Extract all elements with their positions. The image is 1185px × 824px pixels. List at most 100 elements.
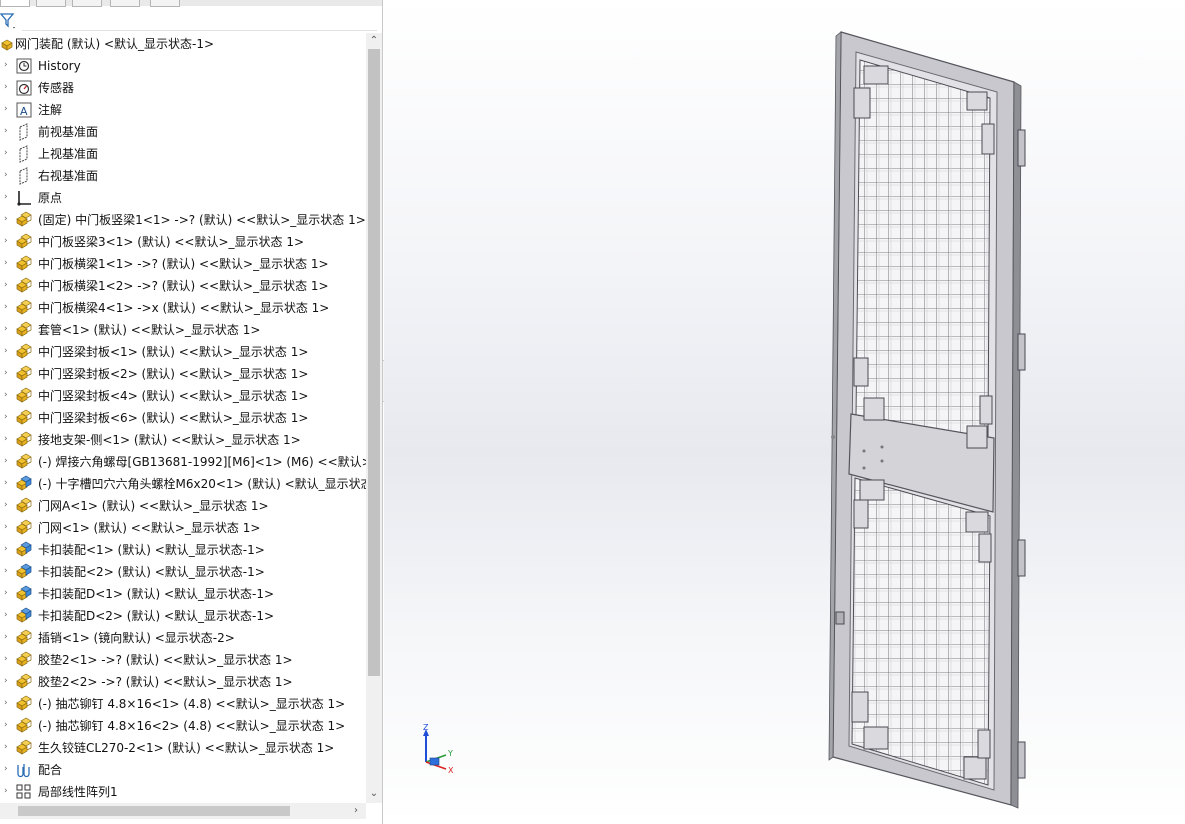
expand-arrow-icon[interactable]: › bbox=[4, 148, 8, 158]
tree-item[interactable]: › 局部线性阵列1 bbox=[0, 781, 366, 803]
tree-item[interactable]: › 卡扣装配D<1> (默认) <默认_显示状态-1> bbox=[0, 583, 366, 605]
vertical-scrollbar[interactable]: ⌃ ⌄ bbox=[366, 33, 382, 803]
tree-item[interactable]: › 中门板横梁1<2> ->? (默认) <<默认>_显示状态 1> bbox=[0, 275, 366, 297]
tree-item[interactable]: › 卡扣装配<2> (默认) <默认_显示状态-1> bbox=[0, 561, 366, 583]
plane-icon bbox=[15, 123, 33, 141]
tree-item[interactable]: › 胶垫2<2> ->? (默认) <<默认>_显示状态 1> bbox=[0, 671, 366, 693]
tree-item-label: 插销<1> (镜向默认) <显示状态-2> bbox=[38, 631, 235, 645]
tree-item[interactable]: › 套管<1> (默认) <<默认>_显示状态 1> bbox=[0, 319, 366, 341]
tree-item-label: 卡扣装配<2> (默认) <默认_显示状态-1> bbox=[38, 565, 265, 579]
sensor-icon bbox=[15, 79, 33, 97]
tree-item[interactable]: › 插销<1> (镜向默认) <显示状态-2> bbox=[0, 627, 366, 649]
tree-item-label: 注解 bbox=[38, 103, 63, 117]
upper-mesh-panel bbox=[855, 59, 991, 441]
expand-arrow-icon[interactable]: › bbox=[4, 610, 8, 620]
vertical-scroll-thumb[interactable] bbox=[368, 49, 380, 676]
filter-icon[interactable] bbox=[0, 12, 16, 30]
tree-item[interactable]: › (-) 十字槽凹穴六角头螺栓M6x20<1> (默认) <默认_显示状态 bbox=[0, 473, 366, 495]
expand-arrow-icon[interactable]: › bbox=[4, 412, 8, 422]
tree-item[interactable]: › 中门板横梁4<1> ->x (默认) <<默认>_显示状态 1> bbox=[0, 297, 366, 319]
tree-item[interactable]: › (固定) 中门板竖梁1<1> ->? (默认) <<默认>_显示状态 1> bbox=[0, 209, 366, 231]
expand-arrow-icon[interactable]: › bbox=[4, 742, 8, 752]
tree-item[interactable]: › 卡扣装配D<2> (默认) <默认_显示状态-1> bbox=[0, 605, 366, 627]
door-assembly-model[interactable] bbox=[384, 0, 1185, 824]
tree-item[interactable]: › A 注解 bbox=[0, 99, 366, 121]
expand-arrow-icon[interactable]: › bbox=[4, 786, 8, 796]
tree-item[interactable]: › 中门板竖梁3<1> (默认) <<默认>_显示状态 1> bbox=[0, 231, 366, 253]
tree-item[interactable]: › 接地支架-侧<1> (默认) <<默认>_显示状态 1> bbox=[0, 429, 366, 451]
expand-arrow-icon[interactable]: › bbox=[4, 170, 8, 180]
tree-item[interactable]: › (-) 抽芯铆钉 4.8×16<1> (4.8) <<默认>_显示状态 1> bbox=[0, 693, 366, 715]
tree-item[interactable]: › History bbox=[0, 55, 366, 77]
subassembly-icon bbox=[15, 541, 33, 559]
expand-arrow-icon[interactable]: › bbox=[4, 434, 8, 444]
tree-item[interactable]: › 门网A<1> (默认) <<默认>_显示状态 1> bbox=[0, 495, 366, 517]
expand-arrow-icon[interactable]: › bbox=[4, 82, 8, 92]
part-icon bbox=[15, 277, 33, 295]
part-icon bbox=[15, 409, 33, 427]
tree-item[interactable]: › 中门竖梁封板<2> (默认) <<默认>_显示状态 1> bbox=[0, 363, 366, 385]
scroll-up-arrow[interactable]: ⌃ bbox=[366, 34, 382, 48]
tree-item[interactable]: › 中门板横梁1<1> ->? (默认) <<默认>_显示状态 1> bbox=[0, 253, 366, 275]
expand-arrow-icon[interactable]: › bbox=[4, 764, 8, 774]
expand-arrow-icon[interactable]: › bbox=[4, 104, 8, 114]
horizontal-scroll-thumb[interactable] bbox=[18, 806, 290, 816]
tree-item-label: 中门竖梁封板<2> (默认) <<默认>_显示状态 1> bbox=[38, 367, 309, 381]
expand-arrow-icon[interactable]: › bbox=[4, 236, 8, 246]
expand-arrow-icon[interactable]: › bbox=[4, 214, 8, 224]
filter-input[interactable] bbox=[22, 13, 377, 31]
part-icon bbox=[15, 365, 33, 383]
expand-arrow-icon[interactable]: › bbox=[4, 126, 8, 136]
tree-item[interactable]: › (-) 抽芯铆钉 4.8×16<2> (4.8) <<默认>_显示状态 1> bbox=[0, 715, 366, 737]
mates-icon bbox=[15, 761, 33, 779]
tree-item[interactable]: › 上视基准面 bbox=[0, 143, 366, 165]
tree-item-label: 套管<1> (默认) <<默认>_显示状态 1> bbox=[38, 323, 261, 337]
subassembly-icon bbox=[15, 475, 33, 493]
tree-item-label: 中门板横梁4<1> ->x (默认) <<默认>_显示状态 1> bbox=[38, 301, 330, 315]
expand-arrow-icon[interactable]: › bbox=[4, 566, 8, 576]
expand-arrow-icon[interactable]: › bbox=[4, 676, 8, 686]
expand-arrow-icon[interactable]: › bbox=[4, 544, 8, 554]
expand-arrow-icon[interactable]: › bbox=[4, 522, 8, 532]
part-icon bbox=[15, 255, 33, 273]
tree-item[interactable]: › 配合 bbox=[0, 759, 366, 781]
expand-arrow-icon[interactable]: › bbox=[4, 258, 8, 268]
expand-arrow-icon[interactable]: › bbox=[4, 192, 8, 202]
expand-arrow-icon[interactable]: › bbox=[4, 390, 8, 400]
tree-item[interactable]: › (-) 焊接六角螺母[GB13681-1992][M6]<1> (M6) <<… bbox=[0, 451, 366, 473]
tree-item[interactable]: › 传感器 bbox=[0, 77, 366, 99]
tree-item[interactable]: › 生久铰链CL270-2<1> (默认) <<默认>_显示状态 1> bbox=[0, 737, 366, 759]
tree-item[interactable]: › 中门竖梁封板<1> (默认) <<默认>_显示状态 1> bbox=[0, 341, 366, 363]
part-icon bbox=[15, 497, 33, 515]
expand-arrow-icon[interactable]: › bbox=[4, 368, 8, 378]
expand-arrow-icon[interactable]: › bbox=[4, 654, 8, 664]
tree-item[interactable]: › 右视基准面 bbox=[0, 165, 366, 187]
expand-arrow-icon[interactable]: › bbox=[4, 720, 8, 730]
tree-item-label: 中门竖梁封板<6> (默认) <<默认>_显示状态 1> bbox=[38, 411, 309, 425]
horizontal-scrollbar[interactable]: › bbox=[0, 803, 366, 819]
expand-arrow-icon[interactable]: › bbox=[4, 302, 8, 312]
expand-arrow-icon[interactable]: › bbox=[4, 478, 8, 488]
scroll-right-arrow[interactable]: › bbox=[348, 804, 364, 818]
expand-arrow-icon[interactable]: › bbox=[4, 500, 8, 510]
expand-arrow-icon[interactable]: › bbox=[4, 346, 8, 356]
expand-arrow-icon[interactable]: › bbox=[4, 280, 8, 290]
tree-item[interactable]: › 中门竖梁封板<4> (默认) <<默认>_显示状态 1> bbox=[0, 385, 366, 407]
expand-arrow-icon[interactable]: › bbox=[4, 324, 8, 334]
tree-item[interactable]: › 前视基准面 bbox=[0, 121, 366, 143]
tree-item[interactable]: › 原点 bbox=[0, 187, 366, 209]
tree-item[interactable]: › 中门竖梁封板<6> (默认) <<默认>_显示状态 1> bbox=[0, 407, 366, 429]
graphics-viewport[interactable]: Z Y X bbox=[384, 0, 1185, 824]
tree-item[interactable]: › 胶垫2<1> ->? (默认) <<默认>_显示状态 1> bbox=[0, 649, 366, 671]
expand-arrow-icon[interactable]: › bbox=[4, 632, 8, 642]
tree-root-item[interactable]: 网门装配 (默认) <默认_显示状态-1> bbox=[0, 33, 366, 55]
expand-arrow-icon[interactable]: › bbox=[4, 60, 8, 70]
scroll-down-arrow[interactable]: ⌄ bbox=[366, 787, 382, 801]
part-icon bbox=[15, 651, 33, 669]
expand-arrow-icon[interactable]: › bbox=[4, 456, 8, 466]
tree-item[interactable]: › 卡扣装配<1> (默认) <默认_显示状态-1> bbox=[0, 539, 366, 561]
expand-arrow-icon[interactable]: › bbox=[4, 588, 8, 598]
tree-item[interactable]: › 门网<1> (默认) <<默认>_显示状态 1> bbox=[0, 517, 366, 539]
expand-arrow-icon[interactable]: › bbox=[4, 698, 8, 708]
svg-text:A: A bbox=[20, 105, 28, 118]
